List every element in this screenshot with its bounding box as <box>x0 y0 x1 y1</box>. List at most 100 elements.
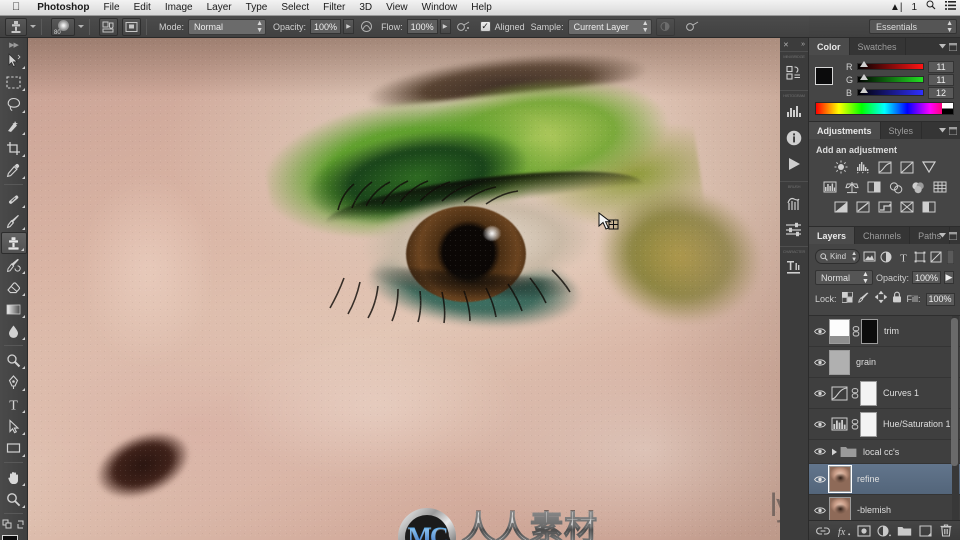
selective-color-icon[interactable] <box>921 200 936 214</box>
tool-gradient[interactable] <box>1 298 27 320</box>
menu-view[interactable]: View <box>379 0 415 16</box>
input-source-icon[interactable]: ▲| <box>890 0 903 16</box>
sample-select[interactable]: Current Layer ▲ ▼ <box>567 18 652 35</box>
lock-transparent-pixels-icon[interactable] <box>841 290 853 308</box>
menu-help[interactable]: Help <box>464 0 499 16</box>
tool-eyedropper-flyout-icon[interactable] <box>21 176 25 179</box>
layers-scrollbar-track[interactable] <box>951 316 959 540</box>
vibrance-icon[interactable] <box>921 160 936 174</box>
tool-spot-healing-brush[interactable] <box>1 188 27 210</box>
workspace-selector[interactable]: Essentials ▲ ▼ <box>869 19 957 34</box>
flow-input[interactable]: 100% <box>406 19 438 34</box>
tool-history-brush-flyout-icon[interactable] <box>21 271 25 274</box>
menu-layer[interactable]: Layer <box>200 0 239 16</box>
tool-crop-flyout-icon[interactable] <box>21 154 25 157</box>
tab-channels[interactable]: Channels <box>855 227 911 244</box>
menu-type[interactable]: Type <box>239 0 275 16</box>
tool-quick-selection-flyout-icon[interactable] <box>21 132 25 135</box>
levels-icon[interactable] <box>855 160 870 174</box>
notification-center-icon[interactable] <box>945 0 956 16</box>
layers-scrollbar-thumb[interactable] <box>951 318 958 466</box>
black-white-icon[interactable] <box>866 180 881 194</box>
hue-saturation-icon[interactable] <box>822 180 837 194</box>
spotlight-search-icon[interactable] <box>926 0 936 16</box>
posterize-icon[interactable] <box>855 200 870 214</box>
table-row[interactable]: Curves 1 <box>809 378 960 409</box>
layer-visibility-toggle[interactable] <box>811 506 829 515</box>
close-icon[interactable]: ✕ <box>783 41 789 49</box>
tab-layers[interactable]: Layers <box>809 227 856 244</box>
red-slider-thumb[interactable] <box>860 61 868 67</box>
table-row[interactable]: Hue/Saturation 1 <box>809 409 960 440</box>
menu-file[interactable]: File <box>96 0 126 16</box>
apple-icon[interactable]:  <box>12 2 20 13</box>
tool-clone-stamp[interactable] <box>0 232 27 254</box>
menu-image[interactable]: Image <box>158 0 200 16</box>
foreground-color-swatch[interactable] <box>1 535 18 540</box>
curves-adjustment-icon[interactable] <box>829 383 849 403</box>
new-layer-icon[interactable] <box>918 523 933 538</box>
tool-blur-flyout-icon[interactable] <box>21 337 25 340</box>
lock-image-pixels-icon[interactable] <box>857 290 870 308</box>
color-panel-swatches[interactable] <box>815 67 841 93</box>
tool-preset-chevron-down-icon[interactable] <box>30 25 36 28</box>
filter-type-icon[interactable]: T <box>896 249 910 264</box>
toggle-clone-source-panel-icon[interactable] <box>122 17 141 36</box>
table-row[interactable]: local cc's <box>809 440 960 464</box>
image-canvas[interactable]: MC 人人素材 www.rr-sc.com <box>28 38 780 540</box>
opacity-input[interactable]: 100% <box>310 19 342 34</box>
delete-layer-icon[interactable] <box>938 523 953 538</box>
color-lookup-icon[interactable] <box>932 180 947 194</box>
table-row[interactable]: trim <box>809 316 960 347</box>
menu-photoshop[interactable]: Photoshop <box>30 0 96 16</box>
tool-dodge-flyout-icon[interactable] <box>21 366 25 369</box>
lock-position-icon[interactable] <box>874 290 887 308</box>
tool-quick-selection[interactable] <box>1 115 27 137</box>
tool-pen[interactable] <box>1 371 27 393</box>
character-icon[interactable] <box>780 255 807 281</box>
table-row[interactable]: grain <box>809 347 960 378</box>
mini-bridge-icon[interactable] <box>780 60 807 86</box>
default-and-swap-colors[interactable] <box>1 517 27 533</box>
photo-filter-icon[interactable] <box>888 180 903 194</box>
tool-path-selection[interactable] <box>1 415 27 437</box>
tool-clone-stamp-flyout-icon[interactable] <box>20 248 24 251</box>
flow-slider-arrow-icon[interactable]: ▶ <box>439 19 451 34</box>
tool-path-selection-flyout-icon[interactable] <box>21 432 25 435</box>
blend-mode-select[interactable]: Normal ▲ ▼ <box>188 18 267 35</box>
brightness-contrast-icon[interactable] <box>833 160 848 174</box>
tool-rectangle[interactable] <box>1 437 27 459</box>
layer-style-fx-icon[interactable]: fx <box>836 523 851 538</box>
layer-mask-link-icon[interactable] <box>850 325 861 337</box>
opacity-slider-arrow-icon[interactable]: ▶ <box>343 19 355 34</box>
color-spectrum-ramp[interactable] <box>815 102 954 115</box>
tool-type-flyout-icon[interactable] <box>21 410 25 413</box>
tool-lasso-flyout-icon[interactable] <box>21 110 25 113</box>
tool-healing-flyout-icon[interactable] <box>21 205 25 208</box>
green-value[interactable]: 11 <box>928 73 954 86</box>
toggle-brush-panel-icon[interactable] <box>99 17 118 36</box>
blue-slider-track[interactable] <box>857 87 924 96</box>
layer-visibility-toggle[interactable] <box>811 327 829 336</box>
tool-eraser-flyout-icon[interactable] <box>21 293 25 296</box>
filter-adjustment-icon[interactable] <box>880 249 894 264</box>
tab-swatches[interactable]: Swatches <box>850 38 906 55</box>
opacity-pressure-icon[interactable] <box>358 18 374 36</box>
curves-icon[interactable] <box>877 160 892 174</box>
blue-value[interactable]: 12 <box>928 86 954 99</box>
hue-saturation-adjustment-icon[interactable] <box>829 414 849 434</box>
tool-hand[interactable] <box>1 466 27 488</box>
gradient-map-icon[interactable] <box>899 200 914 214</box>
layer-mask-link-icon[interactable] <box>849 418 860 430</box>
tool-brush-flyout-icon[interactable] <box>21 227 25 230</box>
tool-pen-flyout-icon[interactable] <box>21 388 25 391</box>
menu-3d[interactable]: 3D <box>352 0 379 16</box>
green-slider-thumb[interactable] <box>860 74 868 80</box>
aligned-checkbox[interactable]: ✓ <box>479 21 491 32</box>
tool-marquee-flyout-icon[interactable] <box>21 88 25 91</box>
current-tool-clone-stamp-icon[interactable] <box>5 17 27 36</box>
group-expand-chevron-right-icon[interactable] <box>829 448 840 456</box>
color-panel-foreground-swatch[interactable] <box>815 67 833 85</box>
layer-visibility-toggle[interactable] <box>811 358 829 367</box>
red-value[interactable]: 11 <box>928 60 954 73</box>
